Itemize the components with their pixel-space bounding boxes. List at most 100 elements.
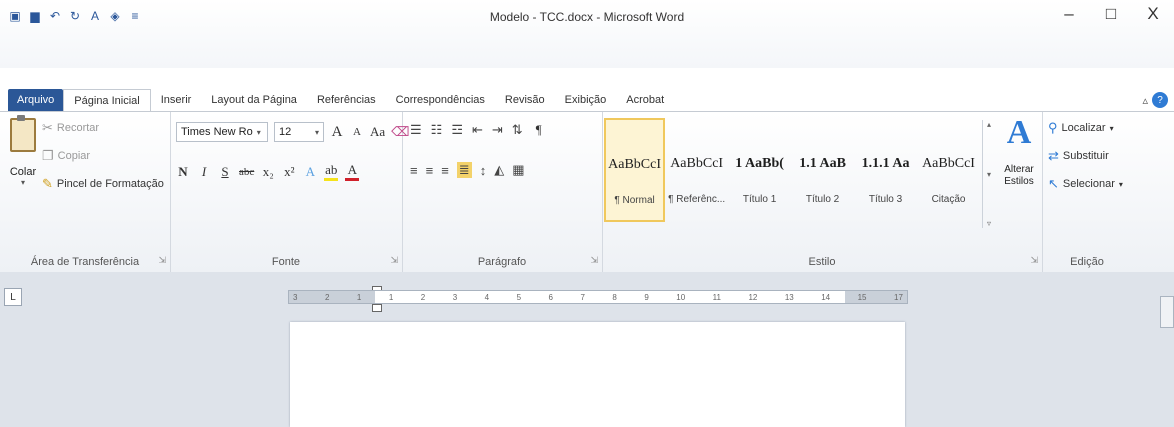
maximize-button[interactable]: □ xyxy=(1090,0,1132,28)
styles-gallery-scroll: ▴ ▾ ▿ xyxy=(982,120,995,228)
ribbon-tabs: Arquivo Página Inicial Inserir Layout da… xyxy=(0,89,674,111)
minimize-button[interactable]: – xyxy=(1048,0,1090,28)
grow-font-button[interactable]: A xyxy=(330,124,344,141)
tab-home[interactable]: Página Inicial xyxy=(63,89,151,111)
ruler-tick: 4 xyxy=(484,292,490,302)
tab-page-layout[interactable]: Layout da Página xyxy=(201,89,307,111)
text-effects-icon[interactable]: A xyxy=(303,164,317,180)
ruler-tick: 6 xyxy=(548,292,553,302)
ruler-tick: 14 xyxy=(821,292,831,302)
cut-label: Recortar xyxy=(56,122,100,134)
scroll-down-icon[interactable]: ▾ xyxy=(987,170,991,179)
change-styles-button[interactable]: A Alterar Estilos xyxy=(998,116,1040,188)
document-page[interactable] xyxy=(290,322,905,427)
horizontal-ruler[interactable]: 3 2 1 1 2 3 4 5 6 7 8 9 10 11 12 13 14 1… xyxy=(288,290,908,304)
style-normal[interactable]: AaBbCcI ¶ Normal xyxy=(604,118,666,222)
chevron-down-icon: ▾ xyxy=(1118,179,1123,189)
cut-button[interactable]: ✂ Recortar xyxy=(42,120,99,136)
font-launcher-icon[interactable]: ⇲ xyxy=(390,255,398,266)
ruler-tick: 1 xyxy=(356,292,362,302)
ruler-tick: 5 xyxy=(516,292,522,302)
font-name-combo[interactable]: Times New Ro ▾ xyxy=(176,122,268,142)
sort-icon[interactable]: ⇅ xyxy=(512,122,523,138)
vertical-scrollbar[interactable] xyxy=(1160,296,1174,328)
superscript-button[interactable]: x² xyxy=(282,164,296,180)
help-icon[interactable]: ? xyxy=(1152,92,1168,108)
chevron-down-icon: ▾ xyxy=(256,127,261,137)
ruler-tick: 17 xyxy=(894,292,903,302)
tab-file[interactable]: Arquivo xyxy=(8,89,64,111)
ruler-tick: 2 xyxy=(324,292,330,302)
bullets-icon[interactable]: ☰ xyxy=(410,122,422,138)
paintbrush-icon: ✎ xyxy=(42,176,53,191)
decrease-indent-icon[interactable]: ⇤ xyxy=(472,122,483,138)
font-size-combo[interactable]: 12 ▾ xyxy=(274,122,324,142)
collapse-ribbon-icon[interactable]: ▵ xyxy=(1142,94,1148,107)
numbering-icon[interactable]: ☷ xyxy=(431,122,443,138)
ruler-tick: 7 xyxy=(580,292,585,302)
tab-review[interactable]: Revisão xyxy=(495,89,555,111)
highlight-color-icon[interactable]: ab xyxy=(324,162,339,181)
borders-icon[interactable]: ▦ xyxy=(512,162,524,178)
justify-icon[interactable]: ≣ xyxy=(456,162,472,178)
clipboard-launcher-icon[interactable]: ⇲ xyxy=(158,255,166,266)
change-styles-label: Alterar Estilos xyxy=(1004,164,1034,187)
style-titulo-1[interactable]: 1 AaBb( Título 1 xyxy=(728,118,791,220)
select-label: Selecionar xyxy=(1062,178,1115,190)
shading-icon[interactable]: ◭ xyxy=(494,162,504,178)
hanging-indent-marker-icon[interactable] xyxy=(372,304,382,312)
window-controls: – □ X xyxy=(1048,0,1174,28)
align-center-icon[interactable]: ≡ xyxy=(426,163,434,178)
tab-view[interactable]: Exibição xyxy=(555,89,617,111)
font-color-icon[interactable]: A xyxy=(345,162,360,181)
more-styles-icon[interactable]: ▿ xyxy=(987,219,991,228)
italic-button[interactable]: I xyxy=(197,164,211,180)
font-group-label: Fonte xyxy=(271,256,301,268)
strikethrough-button[interactable]: abc xyxy=(239,166,254,178)
show-formatting-button[interactable]: ¶ xyxy=(532,122,546,138)
change-case-button[interactable]: Aa xyxy=(370,124,385,140)
ruler-tick: 11 xyxy=(712,292,721,302)
style-sample: AaBbCcI xyxy=(670,155,724,171)
tab-acrobat[interactable]: Acrobat xyxy=(616,89,674,111)
multilevel-list-icon[interactable]: ☲ xyxy=(451,122,463,138)
tab-insert[interactable]: Inserir xyxy=(151,89,202,111)
select-button[interactable]: ↖ Selecionar ▾ xyxy=(1048,176,1123,192)
paste-button[interactable]: Colar ▾ xyxy=(8,115,38,187)
align-left-icon[interactable]: ≡ xyxy=(410,163,418,178)
paragraph-launcher-icon[interactable]: ⇲ xyxy=(590,255,598,266)
style-name: Título 2 xyxy=(805,193,840,205)
line-spacing-icon[interactable]: ↕ xyxy=(480,163,487,178)
paste-label: Colar xyxy=(9,166,37,178)
chevron-down-icon: ▾ xyxy=(1109,123,1114,133)
close-button[interactable]: X xyxy=(1132,0,1174,28)
style-sample: AaBbCcI xyxy=(608,156,662,172)
style-sample: 1.1.1 Aa xyxy=(861,155,910,171)
style-citacao[interactable]: AaBbCcI Citação xyxy=(917,118,980,220)
style-referencia[interactable]: AaBbCcI ¶ Referênc... xyxy=(665,118,728,220)
paragraph-group-label: Parágrafo xyxy=(477,256,527,268)
style-titulo-2[interactable]: 1.1 AaB Título 2 xyxy=(791,118,854,220)
subscript-button[interactable]: x₂ xyxy=(261,164,275,180)
copy-button[interactable]: ❐ Copiar xyxy=(42,148,90,164)
scroll-up-icon[interactable]: ▴ xyxy=(987,120,991,129)
ruler-tick: 9 xyxy=(644,292,649,302)
clipboard-group-label: Área de Transferência xyxy=(30,256,140,268)
replace-button[interactable]: ⇄ Substituir xyxy=(1048,148,1109,164)
find-button[interactable]: ⚲ Localizar ▾ xyxy=(1048,120,1114,136)
bold-button[interactable]: N xyxy=(176,164,190,180)
clipboard-icon xyxy=(10,115,36,152)
shrink-font-button[interactable]: A xyxy=(350,126,364,138)
increase-indent-icon[interactable]: ⇥ xyxy=(492,122,503,138)
tab-selector[interactable]: L xyxy=(4,288,22,306)
style-titulo-3[interactable]: 1.1.1 Aa Título 3 xyxy=(854,118,917,220)
align-right-icon[interactable]: ≡ xyxy=(441,163,449,178)
tab-mailings[interactable]: Correspondências xyxy=(386,89,495,111)
tab-references[interactable]: Referências xyxy=(307,89,386,111)
format-painter-button[interactable]: ✎ Pincel de Formatação xyxy=(42,176,164,192)
underline-button[interactable]: S xyxy=(218,164,232,180)
ruler-tick: 10 xyxy=(676,292,686,302)
binoculars-icon: ⚲ xyxy=(1048,120,1058,135)
styles-launcher-icon[interactable]: ⇲ xyxy=(1030,255,1038,266)
chevron-down-icon: ▾ xyxy=(314,127,319,137)
